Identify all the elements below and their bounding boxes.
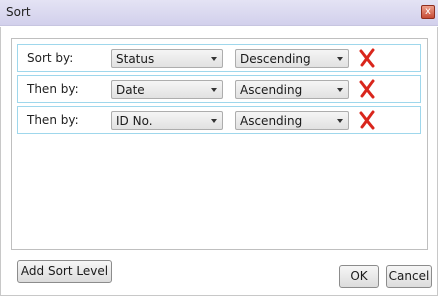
sort-level-label: Sort by:: [27, 51, 74, 65]
dialog-title: Sort: [6, 5, 31, 19]
delete-x-icon: [359, 110, 375, 130]
sort-field-dropdown[interactable]: Status: [111, 49, 223, 68]
chevron-down-icon: [337, 88, 343, 92]
sort-field-dropdown[interactable]: ID No.: [111, 111, 223, 130]
sort-field-dropdown[interactable]: Date: [111, 80, 223, 99]
sort-field-value: ID No.: [116, 114, 153, 128]
chevron-down-icon: [337, 119, 343, 123]
sort-order-value: Descending: [240, 52, 311, 66]
sort-dialog: Sort x Sort by: Status Descending Then b…: [0, 0, 438, 296]
ok-button[interactable]: OK: [339, 265, 379, 288]
delete-level-button[interactable]: [357, 110, 377, 130]
sort-level-row: Sort by: Status Descending: [17, 44, 421, 72]
delete-x-icon: [359, 48, 375, 68]
sort-levels-list: Sort by: Status Descending Then by: Date…: [11, 38, 428, 250]
cancel-button[interactable]: Cancel: [386, 265, 432, 288]
add-sort-level-button[interactable]: Add Sort Level: [17, 260, 112, 283]
delete-level-button[interactable]: [357, 79, 377, 99]
chevron-down-icon: [211, 119, 217, 123]
chevron-down-icon: [211, 88, 217, 92]
close-button[interactable]: x: [421, 5, 435, 19]
delete-x-icon: [359, 79, 375, 99]
sort-order-dropdown[interactable]: Descending: [235, 49, 349, 68]
sort-order-dropdown[interactable]: Ascending: [235, 111, 349, 130]
title-bar[interactable]: Sort x: [0, 0, 438, 26]
sort-order-value: Ascending: [240, 114, 303, 128]
close-icon: x: [425, 6, 431, 17]
sort-level-label: Then by:: [27, 82, 79, 96]
chevron-down-icon: [211, 57, 217, 61]
sort-level-row: Then by: Date Ascending: [17, 75, 421, 103]
delete-level-button[interactable]: [357, 48, 377, 68]
sort-order-dropdown[interactable]: Ascending: [235, 80, 349, 99]
sort-order-value: Ascending: [240, 83, 303, 97]
sort-field-value: Status: [116, 52, 155, 66]
sort-level-row: Then by: ID No. Ascending: [17, 106, 421, 134]
sort-field-value: Date: [116, 83, 145, 97]
dialog-body: Sort by: Status Descending Then by: Date…: [0, 27, 438, 296]
sort-level-label: Then by:: [27, 113, 79, 127]
chevron-down-icon: [337, 57, 343, 61]
